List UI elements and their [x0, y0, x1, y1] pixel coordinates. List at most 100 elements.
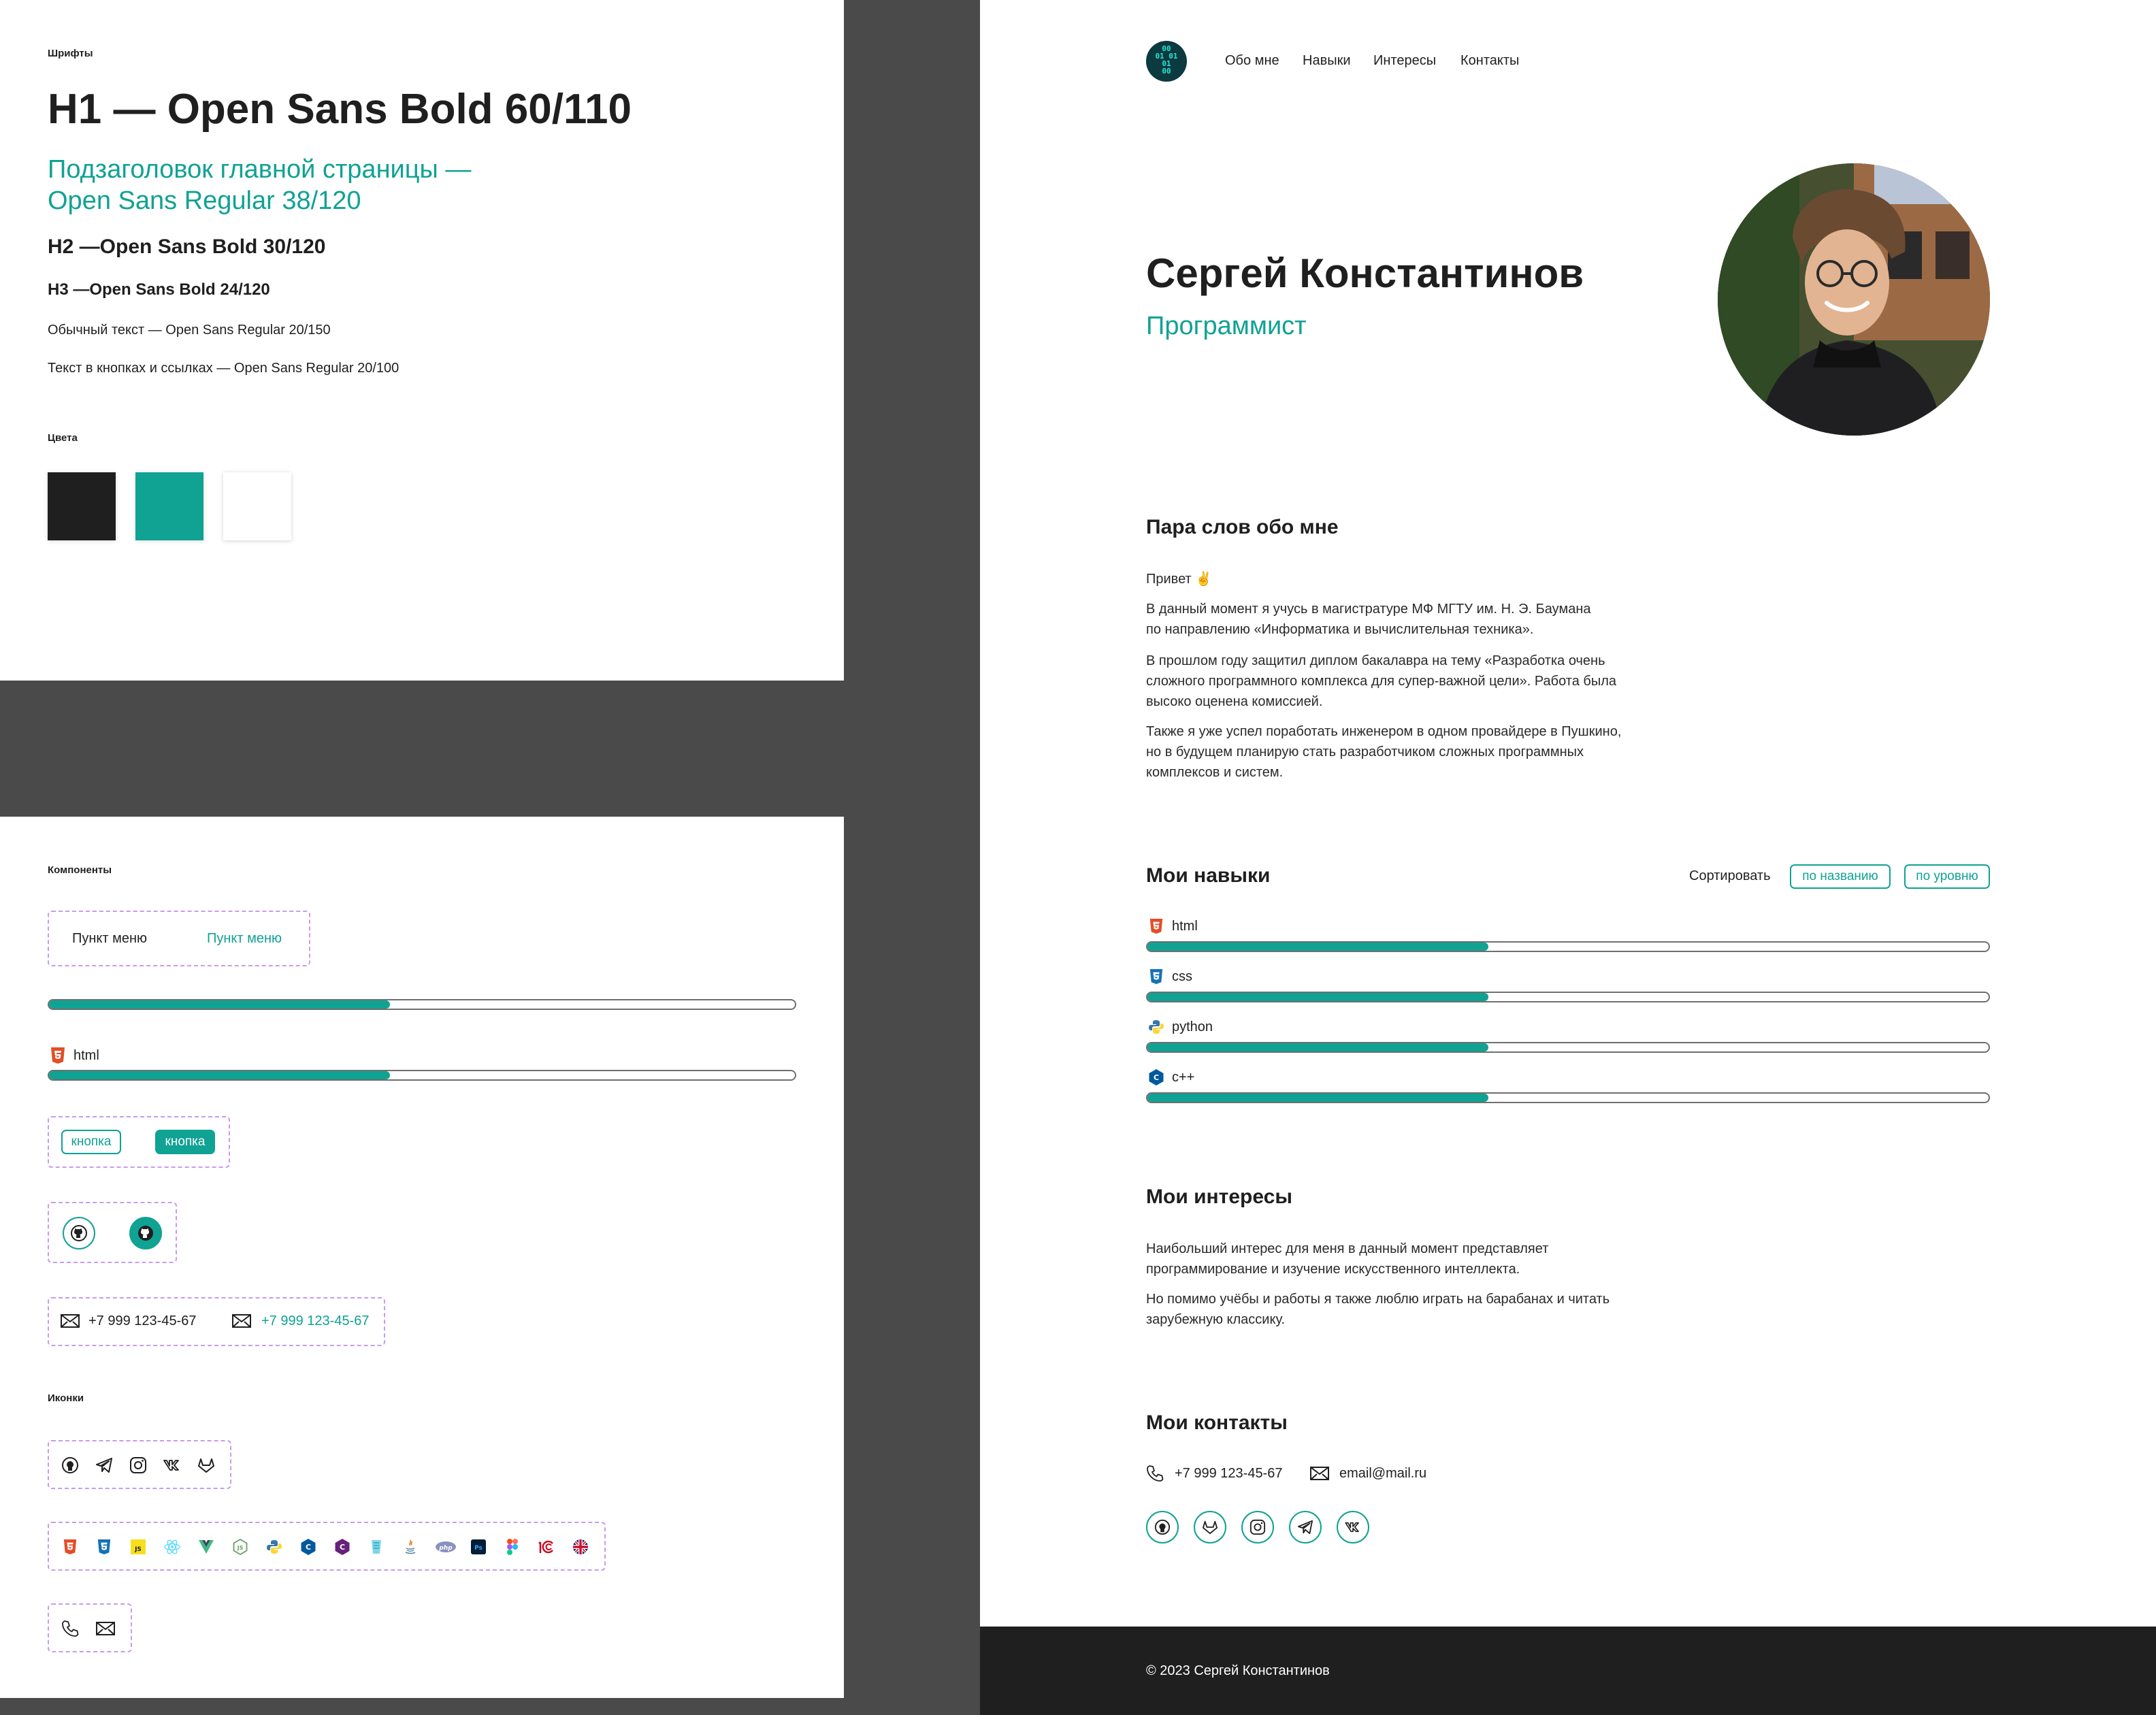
fonts-title: Шрифты: [48, 48, 93, 59]
sort-by-level-button[interactable]: по уровню: [1904, 864, 1990, 889]
site-page: 00 01 01 01 00 Обо мне Навыки Интересы К…: [980, 0, 2156, 1715]
skill-progress-fill: [1147, 1094, 1488, 1102]
github-button[interactable]: [1146, 1511, 1179, 1544]
uk-flag-icon: [570, 1537, 591, 1557]
skill-progress-bar: [1146, 1092, 1990, 1103]
h1-sample: H1 — Open Sans Bold 60/110: [48, 86, 632, 133]
svg-text:Ps: Ps: [474, 1545, 483, 1552]
svg-text:JS: JS: [237, 1545, 244, 1551]
vue-icon: [196, 1537, 216, 1557]
menu-item-default[interactable]: Пункт меню: [72, 931, 147, 947]
sort-label: Сортировать: [1689, 868, 1771, 883]
progress-bar: [48, 999, 796, 1010]
css3-icon: [94, 1537, 114, 1557]
gitlab-icon: [1202, 1520, 1218, 1535]
html5-icon: [48, 1045, 68, 1066]
python-icon: [264, 1537, 284, 1557]
github-icon: [60, 1455, 80, 1475]
telegram-icon: [1297, 1520, 1313, 1535]
interests-heading: Мои интересы: [1146, 1186, 1292, 1208]
menu-items-group: Пункт меню Пункт меню: [48, 911, 310, 966]
instagram-button[interactable]: [1241, 1511, 1274, 1544]
color-swatch-teal: [135, 472, 203, 540]
interests-paragraph-2: Но помимо учёбы и работы я также люблю и…: [1146, 1292, 1610, 1327]
github-icon: [138, 1226, 153, 1241]
nav-item-skills[interactable]: Навыки: [1303, 53, 1351, 69]
about-paragraph-3: Также я уже успел поработать инженером в…: [1146, 724, 1622, 780]
progress-fill: [49, 1000, 390, 1009]
menu-item-active[interactable]: Пункт меню: [207, 931, 282, 947]
envelope-icon: [231, 1311, 252, 1331]
css3-icon: [1146, 966, 1166, 987]
footer: © 2023 Сергей Константинов: [980, 1627, 2156, 1715]
logo-binary: 00 01 01 01 00: [1155, 44, 1178, 76]
skill-progress-fill: [1147, 993, 1488, 1001]
vk-icon: [162, 1455, 182, 1475]
nav-item-contacts[interactable]: Контакты: [1460, 53, 1519, 69]
contact-phone[interactable]: +7 999 123-45-67: [1175, 1466, 1282, 1482]
nodejs-icon: JS: [230, 1537, 250, 1557]
svg-text:C: C: [306, 1543, 311, 1552]
github-icon: [71, 1225, 87, 1241]
photoshop-icon: Ps: [468, 1537, 489, 1557]
h3-sample: H3 —Open Sans Bold 24/120: [48, 280, 270, 299]
subtitle-sample: Подзаголовок главной страницы — Open San…: [48, 155, 472, 215]
telegram-button[interactable]: [1289, 1511, 1322, 1544]
javascript-icon: JS: [128, 1537, 148, 1557]
phone-link-default[interactable]: +7 999 123-45-67: [88, 1313, 196, 1329]
h2-sample: H2 —Open Sans Bold 30/120: [48, 235, 326, 258]
svg-text:C: C: [340, 1543, 345, 1552]
svg-text:C: C: [1154, 1073, 1159, 1082]
vk-button[interactable]: [1337, 1511, 1369, 1544]
styleguide-fonts-panel: Шрифты H1 — Open Sans Bold 60/110 Подзаг…: [0, 0, 844, 681]
phone-links-group: +7 999 123-45-67 +7 999 123-45-67: [48, 1297, 385, 1346]
cpp-icon: C: [1146, 1067, 1166, 1088]
gitlab-button[interactable]: [1194, 1511, 1226, 1544]
components-title: Компоненты: [48, 864, 112, 876]
hero-role: Программист: [1146, 312, 1307, 340]
skill-progress-fill: [1147, 1043, 1488, 1051]
social-icons-group: [48, 1440, 231, 1489]
envelope-icon: [95, 1618, 116, 1639]
vk-icon: [1345, 1522, 1359, 1533]
sort-by-name-button[interactable]: по названию: [1790, 864, 1891, 889]
html5-icon: [60, 1537, 80, 1557]
github-icon: [1154, 1519, 1171, 1535]
styleguide-components-panel: Компоненты Пункт меню Пункт меню html кн…: [0, 817, 844, 1698]
envelope-icon: [60, 1311, 80, 1331]
skill-name: c++: [1172, 1070, 1195, 1085]
svg-text:JS: JS: [134, 1546, 142, 1553]
php-icon: php: [434, 1537, 457, 1557]
about-paragraph-2: В прошлом году защитил диплом бакалавра …: [1146, 653, 1617, 709]
contact-email[interactable]: email@mail.ru: [1339, 1466, 1426, 1482]
color-swatch-white: [223, 472, 291, 540]
hero-name: Сергей Константинов: [1146, 250, 1584, 296]
victory-hand-icon: ✌: [1195, 572, 1213, 587]
github-button-filled[interactable]: [129, 1217, 162, 1250]
cpp-icon: C: [298, 1537, 318, 1557]
skill-name: html: [1172, 919, 1198, 934]
nav-item-about[interactable]: Обо мне: [1225, 53, 1279, 69]
skill-progress-fill: [49, 1071, 390, 1079]
github-button-outline[interactable]: [63, 1217, 95, 1250]
logo[interactable]: 00 01 01 01 00: [1146, 41, 1187, 82]
sass-icon: [366, 1537, 387, 1557]
round-buttons-group: [48, 1202, 177, 1263]
skill-progress-bar: [1146, 1042, 1990, 1053]
outline-button[interactable]: кнопка: [61, 1130, 121, 1154]
phone-link-active[interactable]: +7 999 123-45-67: [261, 1313, 369, 1329]
color-swatch-dark: [48, 472, 116, 540]
icons-title: Иконки: [48, 1392, 84, 1404]
skill-name: css: [1172, 969, 1192, 984]
nav-item-interests[interactable]: Интересы: [1373, 53, 1436, 69]
1c-icon: [536, 1537, 557, 1557]
telegram-icon: [94, 1455, 114, 1475]
instagram-icon: [128, 1455, 148, 1475]
skill-name: html: [74, 1048, 99, 1063]
contacts-heading: Мои контакты: [1146, 1411, 1288, 1434]
figma-icon: [502, 1537, 523, 1557]
skill-progress-bar: [1146, 992, 1990, 1002]
filled-button[interactable]: кнопка: [155, 1130, 215, 1154]
avatar: [1718, 163, 1990, 436]
gitlab-icon: [196, 1455, 216, 1475]
